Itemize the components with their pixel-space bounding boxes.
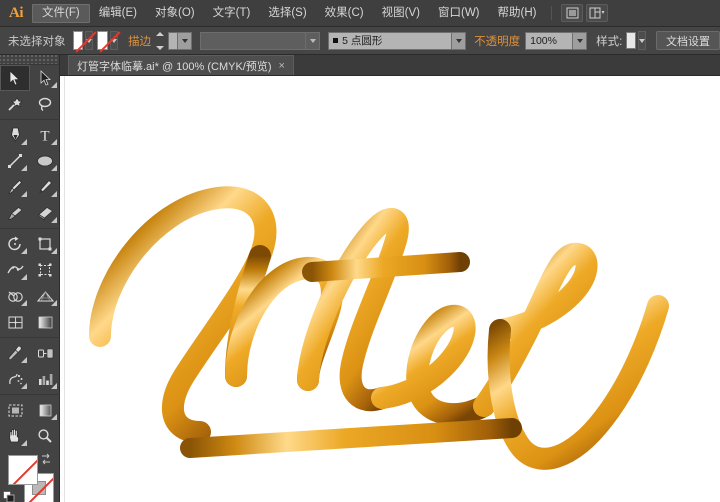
zoom-tool[interactable] <box>30 423 60 449</box>
document-canvas[interactable] <box>60 76 720 502</box>
menu-item-file[interactable]: 文件(F) <box>32 4 90 23</box>
style-dropdown[interactable] <box>638 31 646 50</box>
menu-item-edit[interactable]: 编辑(E) <box>90 4 146 23</box>
close-icon[interactable]: × <box>279 60 285 72</box>
selection-tool[interactable] <box>0 65 30 91</box>
toolbar-drag-grip[interactable] <box>0 55 59 65</box>
magic-wand-tool[interactable] <box>0 91 30 117</box>
mesh-tool[interactable] <box>0 309 30 335</box>
stroke-color-swatch[interactable] <box>97 31 108 50</box>
workspace-switcher-icon[interactable] <box>586 4 608 22</box>
selection-status-label: 未选择对象 <box>8 33 66 49</box>
tool-divider <box>0 394 60 395</box>
variable-width-profile-combobox[interactable] <box>200 32 320 50</box>
menu-item-help[interactable]: 帮助(H) <box>489 4 546 23</box>
app-logo-icon: Ai <box>0 0 32 27</box>
pencil-tool[interactable] <box>30 174 60 200</box>
brush-definition-dropdown-arrow[interactable] <box>452 32 466 50</box>
brush-definition-combobox[interactable]: 5 点圆形 <box>328 32 466 50</box>
stroke-weight-combobox[interactable] <box>168 32 192 50</box>
paintbrush-tool[interactable] <box>0 174 30 200</box>
direct-selection-tool[interactable] <box>30 65 60 91</box>
fill-color-swatch[interactable] <box>73 31 84 50</box>
stroke-weight-dropdown-arrow[interactable] <box>178 32 192 50</box>
artboard-tool[interactable] <box>0 397 30 423</box>
tool-divider <box>0 119 60 120</box>
control-options-bar: 未选择对象 描边 5 点圆形 不透明度 100% 样式: <box>0 27 720 55</box>
ellipse-tool[interactable] <box>30 148 60 174</box>
symbol-sprayer-tool[interactable] <box>0 366 30 392</box>
type-tool[interactable]: T <box>30 122 60 148</box>
free-transform-tool[interactable] <box>30 257 60 283</box>
tool-divider <box>0 337 60 338</box>
opacity-combobox[interactable]: 100% <box>525 32 587 50</box>
tools-panel: T <box>0 55 60 502</box>
tube-lettering-artwork[interactable] <box>60 76 720 502</box>
opacity-label: 不透明度 <box>474 33 520 49</box>
menu-item-view[interactable]: 视图(V) <box>373 4 429 23</box>
style-swatch[interactable] <box>626 32 636 49</box>
opacity-dropdown-arrow[interactable] <box>573 32 587 50</box>
slice-tool[interactable] <box>30 397 60 423</box>
width-tool[interactable] <box>0 257 30 283</box>
line-segment-tool[interactable] <box>0 148 30 174</box>
document-tab[interactable]: 灯管字体临摹.ai* @ 100% (CMYK/预览) × <box>68 55 294 75</box>
eraser-tool[interactable] <box>30 200 60 226</box>
fill-color-indicator[interactable] <box>8 455 38 485</box>
menu-item-window[interactable]: 窗口(W) <box>429 4 489 23</box>
menu-item-type[interactable]: 文字(T) <box>204 4 260 23</box>
svg-text:T: T <box>40 129 49 144</box>
eyedropper-tool[interactable] <box>0 340 30 366</box>
shape-builder-tool[interactable] <box>0 283 30 309</box>
stroke-weight-label: 描边 <box>128 33 151 49</box>
illustrator-window: Ai 文件(F) 编辑(E) 对象(O) 文字(T) 选择(S) 效果(C) 视… <box>0 0 720 502</box>
tool-divider <box>0 228 60 229</box>
rotate-tool[interactable] <box>0 231 30 257</box>
document-tab-bar: 灯管字体临摹.ai* @ 100% (CMYK/预览) × <box>60 55 720 76</box>
brush-definition-text: 5 点圆形 <box>342 33 382 48</box>
stroke-weight-input[interactable] <box>168 32 178 50</box>
pen-tool[interactable] <box>0 122 30 148</box>
document-setup-button[interactable]: 文档设置 <box>656 31 720 50</box>
variable-width-profile-input[interactable] <box>200 32 306 50</box>
menu-item-object[interactable]: 对象(O) <box>146 4 204 23</box>
stroke-weight-stepper[interactable] <box>156 32 164 50</box>
column-graph-tool[interactable] <box>30 366 60 392</box>
perspective-grid-tool[interactable] <box>30 283 60 309</box>
document-tab-title: 灯管字体临摹.ai* @ 100% (CMYK/预览) <box>77 58 272 74</box>
variable-width-profile-dropdown-arrow[interactable] <box>306 32 320 50</box>
brush-definition-value[interactable]: 5 点圆形 <box>328 32 452 50</box>
fill-stroke-controls <box>0 453 60 502</box>
menu-item-effect[interactable]: 效果(C) <box>316 4 373 23</box>
hand-tool[interactable] <box>0 423 30 449</box>
blend-tool[interactable] <box>30 340 60 366</box>
lasso-tool[interactable] <box>30 91 60 117</box>
opacity-input[interactable]: 100% <box>525 32 573 50</box>
brush-bullet-icon <box>333 38 338 43</box>
arrange-documents-icon[interactable] <box>561 4 583 22</box>
scale-tool[interactable] <box>30 231 60 257</box>
tool-grid: T <box>0 65 60 449</box>
menu-divider <box>551 6 552 20</box>
menu-bar: Ai 文件(F) 编辑(E) 对象(O) 文字(T) 选择(S) 效果(C) 视… <box>0 0 720 27</box>
menu-item-select[interactable]: 选择(S) <box>259 4 315 23</box>
swap-fill-stroke-icon[interactable] <box>40 453 52 465</box>
blob-brush-tool[interactable] <box>0 200 30 226</box>
default-fill-stroke-icon[interactable] <box>3 491 15 502</box>
gradient-tool[interactable] <box>30 309 60 335</box>
style-label: 样式: <box>596 33 622 49</box>
